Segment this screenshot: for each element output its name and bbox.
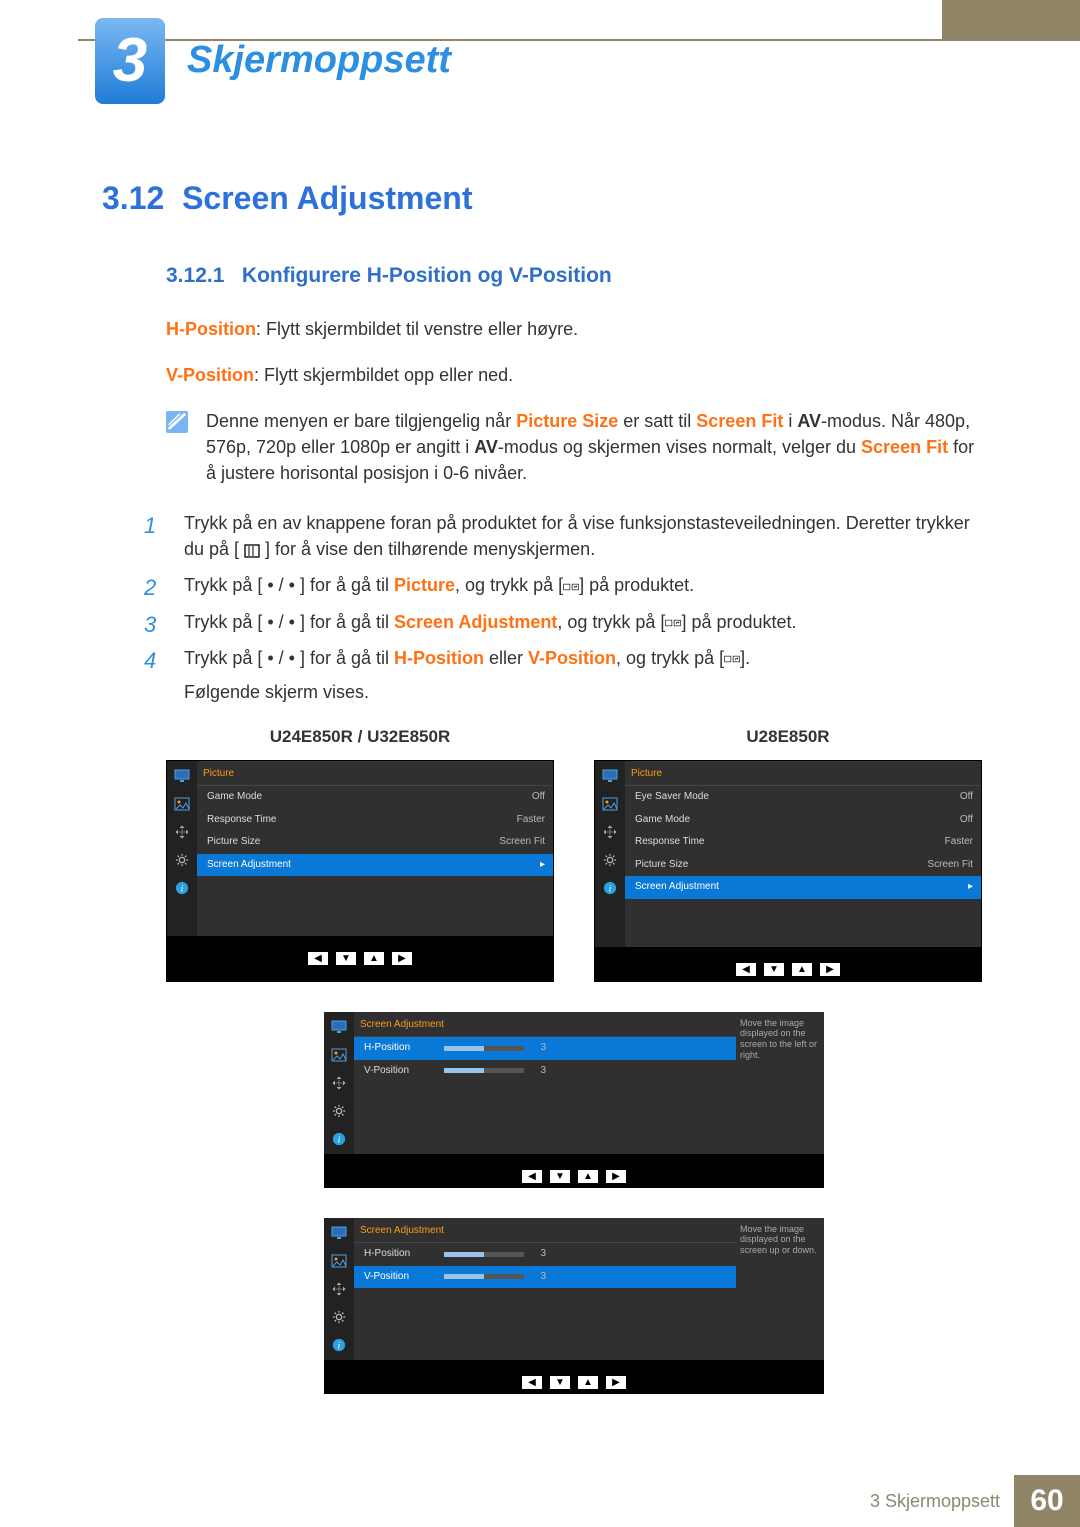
osd-head-h: Screen Adjustment	[354, 1012, 736, 1038]
osd-panel-right: i Picture Eye Saver ModeOffGame ModeOffR…	[594, 760, 982, 982]
osd-sidebar: i	[324, 1218, 354, 1360]
osd-row: H-Position3	[354, 1243, 736, 1266]
move-icon	[601, 825, 619, 839]
osd-nav: ◀▼▲▶	[324, 1360, 824, 1394]
move-icon	[330, 1076, 348, 1090]
step-list: 1 Trykk på en av knappene foran på produ…	[144, 510, 982, 705]
menu-icon	[244, 544, 260, 558]
osd-panel-hpos: i Screen Adjustment H-Position3V-Positio…	[324, 1012, 824, 1188]
osd-head-right: Picture	[625, 761, 981, 787]
subsection-title: Konfigurere H-Position og V-Position	[242, 264, 612, 287]
section-heading: 3.12 Screen Adjustment	[102, 175, 982, 221]
osd-panel-vpos: i Screen Adjustment H-Position3V-Positio…	[324, 1218, 824, 1394]
info-icon: i	[330, 1132, 348, 1146]
osd-row: Response TimeFaster	[197, 809, 553, 832]
monitor-icon	[330, 1020, 348, 1034]
picture-icon	[173, 797, 191, 811]
picture-icon	[330, 1254, 348, 1268]
chapter-title: Skjermoppsett	[187, 33, 451, 88]
osd-row: H-Position3	[354, 1037, 736, 1060]
enter-icon	[724, 652, 740, 666]
step-4: 4 Trykk på [ • / • ] for å gå til H-Posi…	[144, 645, 982, 705]
osd-model-titles: U24E850R / U32E850R U28E850R	[166, 725, 982, 750]
osd-row: Screen Adjustment▸	[197, 854, 553, 877]
h-position-desc: H-Position: Flytt skjermbildet til venst…	[166, 316, 982, 342]
osd-panel-left: i Picture Game ModeOffResponse TimeFaste…	[166, 760, 554, 982]
osd-head-v: Screen Adjustment	[354, 1218, 736, 1244]
picture-icon	[330, 1048, 348, 1062]
osd-desc-h: Move the image displayed on the screen t…	[736, 1012, 824, 1154]
subsection-number: 3.12.1	[166, 264, 224, 287]
picture-icon	[601, 797, 619, 811]
section-title: Screen Adjustment	[182, 180, 472, 216]
note-icon	[166, 411, 188, 433]
osd-nav: ◀▼▲▶	[595, 947, 981, 981]
info-icon: i	[330, 1338, 348, 1352]
osd-head-left: Picture	[197, 761, 553, 787]
subsection-heading: 3.12.1 Konfigurere H-Position og V-Posit…	[166, 261, 982, 291]
chapter-header: 3 Skjermoppsett	[95, 18, 451, 104]
info-icon: i	[173, 881, 191, 895]
step-3: 3 Trykk på [ • / • ] for å gå til Screen…	[144, 609, 982, 635]
svg-text:i: i	[338, 1134, 341, 1145]
gear-icon	[601, 853, 619, 867]
note-block: Denne menyen er bare tilgjengelig når Pi…	[166, 408, 982, 486]
svg-text:i: i	[181, 883, 184, 894]
osd-sidebar: i	[595, 761, 625, 947]
footer-chapter: 3 Skjermoppsett	[870, 1488, 1000, 1514]
top-rule-accent	[942, 0, 1080, 41]
h-position-label: H-Position	[166, 319, 256, 339]
model-right: U28E850R	[594, 725, 982, 750]
step-2: 2 Trykk på [ • / • ] for å gå til Pictur…	[144, 572, 982, 598]
gear-icon	[330, 1310, 348, 1324]
osd-nav: ◀▼▲▶	[324, 1154, 824, 1188]
monitor-icon	[173, 769, 191, 783]
monitor-icon	[601, 769, 619, 783]
v-position-desc: V-Position: Flytt skjermbildet opp eller…	[166, 362, 982, 388]
model-left: U24E850R / U32E850R	[166, 725, 554, 750]
svg-text:i: i	[609, 883, 612, 894]
page-number: 60	[1014, 1475, 1080, 1527]
osd-row: Picture SizeScreen Fit	[197, 831, 553, 854]
enter-icon	[665, 616, 681, 630]
osd-row: V-Position3	[354, 1060, 736, 1083]
osd-sidebar: i	[324, 1012, 354, 1154]
osd-row: Response TimeFaster	[625, 831, 981, 854]
osd-row: Picture SizeScreen Fit	[625, 854, 981, 877]
gear-icon	[330, 1104, 348, 1118]
svg-text:i: i	[338, 1340, 341, 1351]
v-position-label: V-Position	[166, 365, 254, 385]
page-footer: 3 Skjermoppsett 60	[870, 1475, 1080, 1527]
osd-row: Eye Saver ModeOff	[625, 786, 981, 809]
osd-row: V-Position3	[354, 1266, 736, 1289]
osd-sidebar: i	[167, 761, 197, 937]
osd-nav: ◀▼▲▶	[167, 936, 553, 970]
osd-row: Screen Adjustment▸	[625, 876, 981, 899]
gear-icon	[173, 853, 191, 867]
step-1: 1 Trykk på en av knappene foran på produ…	[144, 510, 982, 562]
note-text: Denne menyen er bare tilgjengelig når Pi…	[206, 408, 982, 486]
info-icon: i	[601, 881, 619, 895]
osd-row: Game ModeOff	[197, 786, 553, 809]
enter-icon	[563, 580, 579, 594]
osd-desc-v: Move the image displayed on the screen u…	[736, 1218, 824, 1360]
osd-row: Game ModeOff	[625, 809, 981, 832]
chapter-number: 3	[95, 18, 165, 104]
move-icon	[173, 825, 191, 839]
monitor-icon	[330, 1226, 348, 1240]
move-icon	[330, 1282, 348, 1296]
section-number: 3.12	[102, 180, 164, 216]
